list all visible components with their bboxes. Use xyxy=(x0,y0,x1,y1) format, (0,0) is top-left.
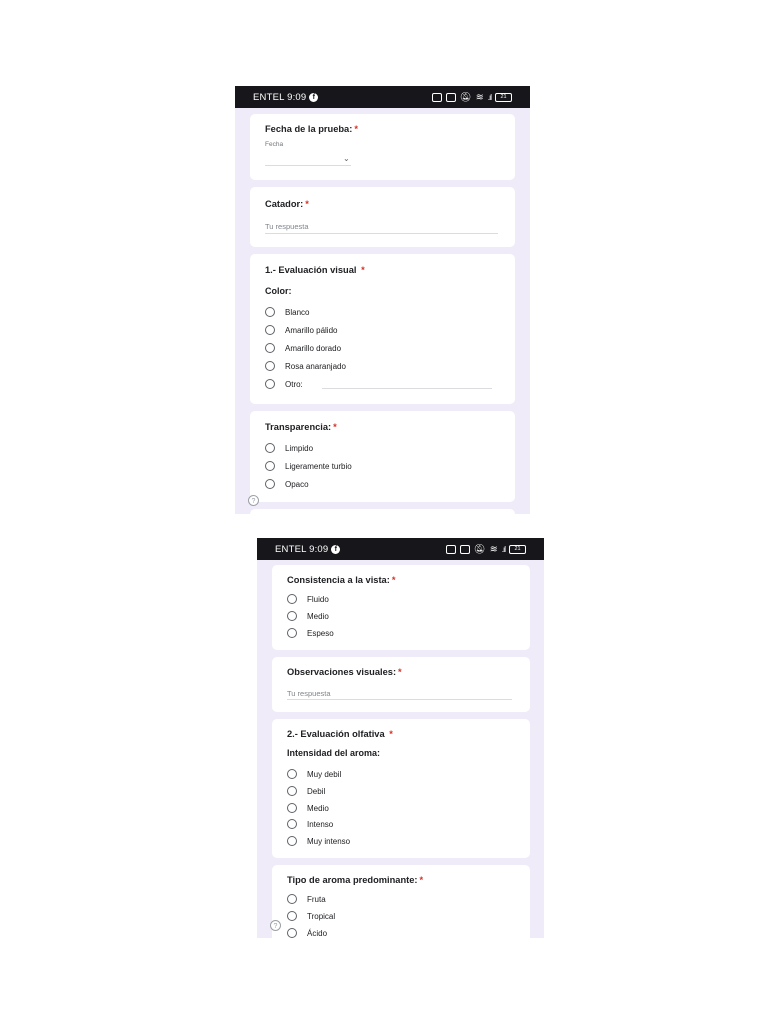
battery-icon: 21 xyxy=(509,544,526,554)
wifi-icon: ≋ xyxy=(489,543,498,555)
question-title: Tipo de aroma predominante: * xyxy=(287,875,424,885)
phone-screenshot-1: ENTEL 9:09 f 🔕︎ ≋ .ıl 21 Fecha de la pru… xyxy=(235,86,530,514)
question-subtitle: Intensidad del aroma: xyxy=(287,748,381,758)
radio-option[interactable]: Medio xyxy=(287,611,329,621)
radio-button[interactable] xyxy=(265,343,275,353)
radio-option[interactable]: Limpido xyxy=(265,443,313,453)
radio-option[interactable]: Muy debil xyxy=(287,769,341,779)
next-card xyxy=(250,509,515,514)
mute-icon: 🔕︎ xyxy=(473,543,486,555)
help-icon[interactable]: ? xyxy=(270,920,281,931)
radio-button[interactable] xyxy=(287,836,297,846)
answer-input[interactable]: Tu respuesta xyxy=(265,222,309,231)
catador-card: Catador: * Tu respuesta xyxy=(250,187,515,247)
observaciones-card: Observaciones visuales: * Tu respuesta xyxy=(272,657,530,712)
nfc-icon xyxy=(431,92,442,102)
help-icon[interactable]: ? xyxy=(248,495,259,506)
radio-option[interactable]: Debil xyxy=(287,786,325,796)
mute-icon: 🔕︎ xyxy=(459,91,472,103)
question-title: Observaciones visuales: * xyxy=(287,667,402,677)
radio-button[interactable] xyxy=(265,325,275,335)
radio-button[interactable] xyxy=(287,594,297,604)
radio-button[interactable] xyxy=(265,307,275,317)
vibrate-icon xyxy=(459,544,470,554)
carrier-time: ENTEL 9:09 xyxy=(253,91,307,103)
radio-button[interactable] xyxy=(265,443,275,453)
question-title: Fecha de la prueba: * xyxy=(265,124,358,134)
radio-button[interactable] xyxy=(287,928,297,938)
radio-button[interactable] xyxy=(265,379,275,389)
status-bar: ENTEL 9:09 f 🔕︎ ≋ .ıl 21 xyxy=(257,538,544,560)
date-input[interactable] xyxy=(265,165,351,166)
radio-option[interactable]: Ácido xyxy=(287,928,327,938)
signal-icon: .ıl xyxy=(487,92,492,102)
other-input[interactable] xyxy=(322,388,492,389)
nfc-icon xyxy=(445,544,456,554)
radio-option[interactable]: Rosa anaranjado xyxy=(265,361,346,371)
radio-option[interactable]: Tropical xyxy=(287,911,335,921)
radio-button[interactable] xyxy=(287,628,297,638)
radio-option[interactable]: Blanco xyxy=(265,307,309,317)
signal-icon: .ıl xyxy=(501,544,506,554)
question-subtitle: Color: xyxy=(265,286,292,296)
radio-option[interactable]: Amarillo dorado xyxy=(265,343,341,353)
radio-option[interactable]: Fluido xyxy=(287,594,329,604)
question-title: Consistencia a la vista: * xyxy=(287,575,396,585)
facebook-icon: f xyxy=(309,92,319,102)
question-title: 2.- Evaluación olfativa * xyxy=(287,729,393,739)
facebook-icon: f xyxy=(331,544,341,554)
chevron-down-icon[interactable]: ⌄ xyxy=(343,154,350,163)
radio-option[interactable]: Intenso xyxy=(287,819,333,829)
input-underline xyxy=(265,233,498,234)
question-title: Transparencia: * xyxy=(265,422,337,432)
olfativa-card: 2.- Evaluación olfativa * Intensidad del… xyxy=(272,719,530,858)
input-underline xyxy=(287,699,512,700)
question-title: Catador: * xyxy=(265,199,309,209)
radio-option[interactable]: Muy intenso xyxy=(287,836,350,846)
vibrate-icon xyxy=(445,92,456,102)
date-label: Fecha xyxy=(265,141,284,148)
radio-option-other[interactable]: Otro: xyxy=(265,379,303,389)
radio-button[interactable] xyxy=(265,361,275,371)
transparencia-card: Transparencia: * Limpido Ligeramente turb… xyxy=(250,411,515,502)
radio-option[interactable]: Espeso xyxy=(287,628,334,638)
consistencia-card: Consistencia a la vista: * Fluido Medio E… xyxy=(272,565,530,650)
fecha-card: Fecha de la prueba: * Fecha ⌄ xyxy=(250,114,515,180)
phone-screenshot-2: ENTEL 9:09 f 🔕︎ ≋ .ıl 21 Consistencia a … xyxy=(257,538,544,938)
radio-option[interactable]: Ligeramente turbio xyxy=(265,461,352,471)
radio-button[interactable] xyxy=(287,819,297,829)
radio-button[interactable] xyxy=(287,911,297,921)
radio-option[interactable]: Medio xyxy=(287,803,329,813)
radio-button[interactable] xyxy=(287,611,297,621)
radio-option[interactable]: Opaco xyxy=(265,479,309,489)
status-bar: ENTEL 9:09 f 🔕︎ ≋ .ıl 21 xyxy=(235,86,530,108)
battery-icon: 21 xyxy=(495,92,512,102)
radio-button[interactable] xyxy=(287,769,297,779)
carrier-time: ENTEL 9:09 xyxy=(275,543,329,555)
radio-button[interactable] xyxy=(287,803,297,813)
answer-input[interactable]: Tu respuesta xyxy=(287,689,331,698)
radio-button[interactable] xyxy=(287,786,297,796)
radio-option[interactable]: Amarillo pálido xyxy=(265,325,337,335)
visual-card: 1.- Evaluación visual * Color: Blanco Am… xyxy=(250,254,515,404)
radio-button[interactable] xyxy=(265,479,275,489)
radio-button[interactable] xyxy=(265,461,275,471)
question-title: 1.- Evaluación visual * xyxy=(265,265,365,275)
radio-option[interactable]: Fruta xyxy=(287,894,326,904)
tipo-aroma-card: Tipo de aroma predominante: * Fruta Tropi… xyxy=(272,865,530,938)
radio-button[interactable] xyxy=(287,894,297,904)
wifi-icon: ≋ xyxy=(475,91,484,103)
